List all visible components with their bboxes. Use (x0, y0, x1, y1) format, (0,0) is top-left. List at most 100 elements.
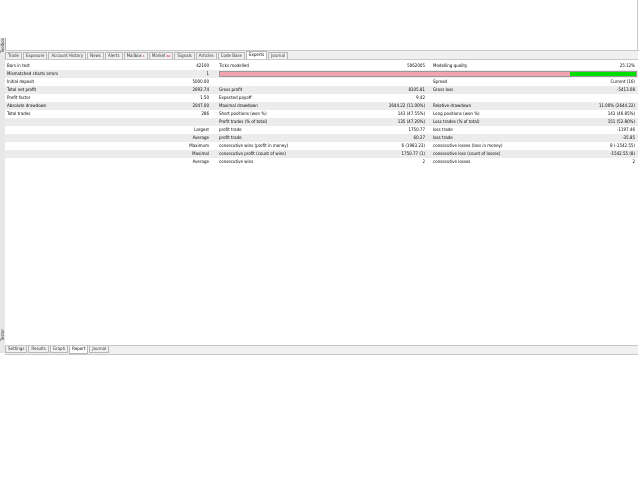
absolute-drawdown-label: Absolute drawdown (7, 103, 47, 108)
largest-loss-label: loss trade (433, 127, 453, 132)
spread-value: Current (16) (610, 79, 635, 84)
max-consecutive-wins-value: 6 (1983.23) (401, 143, 425, 148)
bars-in-test-value: 42100 (196, 63, 209, 68)
tab-account-history[interactable]: Account History (48, 52, 87, 59)
max-consecutive-wins-label: consecutive wins (profit in money) (219, 143, 289, 148)
average-loss-value: -35.85 (622, 135, 635, 140)
report-row: Maximal consecutive profit (count of win… (5, 150, 638, 158)
report-row: Mismatched charts errors 1 (5, 70, 638, 78)
empty-area (0, 355, 640, 480)
profit-trades-value: 135 (47.20%) (397, 119, 425, 124)
tab-code-base[interactable]: Code Base (217, 52, 245, 59)
long-positions-value: 143 (46.85%) (607, 111, 635, 116)
tab-experts[interactable]: Experts (245, 51, 268, 59)
average-consecutive-wins-label: consecutive wins (219, 159, 254, 164)
tab-tester-report[interactable]: Report (69, 346, 89, 354)
upper-chart-area (0, 0, 640, 51)
gross-loss-value: -5413.08 (617, 87, 635, 92)
tab-tester-results[interactable]: Results (28, 346, 49, 353)
ticks-modelled-label: Ticks modelled (219, 63, 249, 68)
max-consecutive-losses-label: consecutive losses (loss in money) (433, 143, 503, 148)
report-row: Average profit trade 60.27 loss trade -3… (5, 134, 638, 142)
tab-tester-settings[interactable]: Settings (5, 346, 28, 353)
average-consecutive-losses-value: 2 (632, 159, 635, 164)
maximal-consecutive-profit-value: 1750.77 (1) (401, 151, 425, 156)
profit-factor-value: 1.50 (200, 95, 209, 100)
largest-profit-label: profit trade (219, 127, 242, 132)
report-row: Total trades 286 Short positions (won %)… (5, 110, 638, 118)
report-row: Initial deposit 5000.00 Spread Current (… (5, 78, 638, 86)
absolute-drawdown-value: 2047.00 (192, 103, 209, 108)
max-consecutive-losses-value: 8 (-1542.55) (610, 143, 635, 148)
short-positions-value: 143 (47.55%) (397, 111, 425, 116)
total-trades-label: Total trades (7, 111, 31, 116)
average-profit-label: profit trade (219, 135, 242, 140)
report-row: Absolute drawdown 2047.00 Maximal drawdo… (5, 102, 638, 110)
maximal-drawdown-value: 2644.22 (11.00%) (388, 103, 425, 108)
tab-trade[interactable]: Trade (5, 52, 22, 59)
initial-deposit-label: Initial deposit (7, 79, 35, 84)
mailbox-badge: 1 (142, 54, 145, 58)
mismatched-errors-label: Mismatched charts errors (7, 71, 59, 76)
tab-articles[interactable]: Articles (195, 52, 217, 59)
expected-payoff-label: Expected payoff (219, 95, 252, 100)
maximum-label: Maximum (189, 143, 209, 148)
gross-loss-label: Gross loss (433, 87, 454, 92)
relative-drawdown-label: Relative drawdown (433, 103, 472, 108)
expected-payoff-value: 9.42 (416, 95, 425, 100)
long-positions-label: Long positions (won %) (433, 111, 480, 116)
loss-trades-label: Loss trades (% of total) (433, 119, 480, 124)
gross-profit-label: Gross profit (219, 87, 243, 92)
report-panel: Bars in test 42100 Ticks modelled 506200… (5, 59, 638, 345)
maximal-label: Maximal (192, 151, 209, 156)
profit-trades-label: Profit trades (% of total) (219, 119, 268, 124)
quality-bar-modelled (569, 72, 636, 76)
average-consecutive-label: Average (192, 159, 209, 164)
relative-drawdown-value: 11.00% (2644.22) (598, 103, 635, 108)
report-row: Average consecutive wins 2 consecutive l… (5, 158, 638, 166)
tester-tabs: Settings Results Graph Report Journal (5, 345, 638, 355)
maximal-consecutive-profit-label: consecutive profit (count of wins) (219, 151, 286, 156)
largest-profit-value: 1750.77 (408, 127, 425, 132)
tab-news[interactable]: News (87, 52, 104, 59)
loss-trades-value: 151 (52.80%) (607, 119, 635, 124)
total-trades-value: 286 (201, 111, 209, 116)
report-row: Total net profit 2692.74 Gross profit 81… (5, 86, 638, 94)
largest-label: Largest (194, 127, 209, 132)
modelling-quality-bar (219, 71, 637, 77)
tab-tester-graph[interactable]: Graph (49, 346, 69, 353)
market-badge: 64 (166, 54, 171, 58)
gross-profit-value: 8105.81 (408, 87, 425, 92)
report-row: Largest profit trade 1750.77 loss trade … (5, 126, 638, 134)
report-row: Maximum consecutive wins (profit in mone… (5, 142, 638, 150)
mismatched-errors-value: 1 (206, 71, 209, 76)
profit-factor-label: Profit factor (7, 95, 31, 100)
tab-journal[interactable]: Journal (268, 52, 289, 59)
modelling-quality-value: 25.12% (619, 63, 635, 68)
report-row: Profit factor 1.50 Expected payoff 9.42 (5, 94, 638, 102)
short-positions-label: Short positions (won %) (219, 111, 267, 116)
tab-alerts[interactable]: Alerts (104, 52, 123, 59)
quality-bar-unmodelled (220, 72, 570, 76)
largest-loss-value: -1197.46 (617, 127, 635, 132)
maximal-consecutive-loss-label: consecutive loss (count of losses) (433, 151, 501, 156)
spread-label: Spread (433, 79, 448, 84)
tab-market[interactable]: Market64 (148, 52, 174, 59)
average-profit-value: 60.27 (413, 135, 425, 140)
maximal-drawdown-label: Maximal drawdown (219, 103, 258, 108)
maximal-consecutive-loss-value: -1542.55 (8) (610, 151, 635, 156)
modelling-quality-label: Modelling quality (433, 63, 468, 68)
average-loss-label: loss trade (433, 135, 453, 140)
net-profit-value: 2692.74 (192, 87, 209, 92)
bars-in-test-label: Bars in test (7, 63, 30, 68)
tab-mailbox[interactable]: Mailbox1 (123, 52, 148, 59)
report-row: Bars in test 42100 Ticks modelled 506200… (5, 62, 638, 70)
average-consecutive-wins-value: 2 (422, 159, 425, 164)
report-row: Profit trades (% of total) 135 (47.20%) … (5, 118, 638, 126)
tab-exposure[interactable]: Exposure (22, 52, 48, 59)
tab-signals[interactable]: Signals (174, 52, 195, 59)
tab-tester-journal[interactable]: Journal (89, 346, 110, 353)
average-label: Average (192, 135, 209, 140)
net-profit-label: Total net profit (7, 87, 37, 92)
average-consecutive-losses-label: consecutive losses (433, 159, 471, 164)
